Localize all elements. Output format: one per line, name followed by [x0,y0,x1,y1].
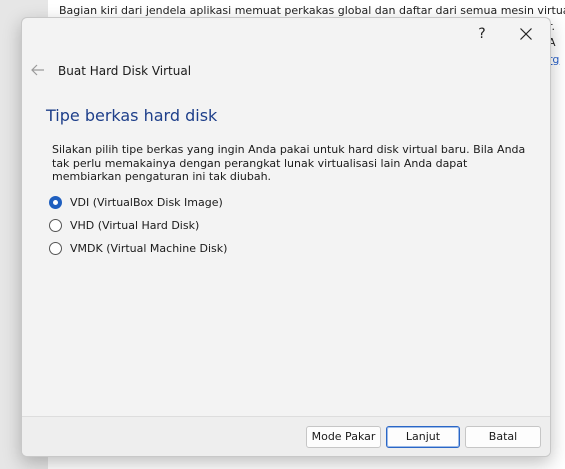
radio-label-vmdk: VMDK (Virtual Machine Disk) [70,241,228,255]
help-button[interactable]: ? [470,22,494,46]
radio-option-vhd[interactable]: VHD (Virtual Hard Disk) [49,216,289,234]
radio-option-vmdk[interactable]: VMDK (Virtual Machine Disk) [49,239,289,257]
radio-label-vdi: VDI (VirtualBox Disk Image) [70,195,223,209]
radio-button-vhd[interactable] [49,218,62,232]
dialog-titlebar: ? [22,18,550,48]
close-button[interactable] [512,21,540,47]
radio-button-vmdk[interactable] [49,241,62,255]
back-button[interactable] [28,60,48,80]
cancel-button[interactable]: Batal [465,426,541,448]
page-description: Silakan pilih tipe berkas yang ingin And… [52,143,526,183]
dialog-footer: Mode Pakar Lanjut Batal [22,416,550,456]
create-virtual-hard-disk-dialog: ? Buat Hard Disk Virtual Tipe berkas har… [21,17,551,457]
expert-mode-button[interactable]: Mode Pakar [306,426,381,448]
arrow-left-icon [31,64,44,76]
page-title: Tipe berkas hard disk [46,106,218,125]
next-button[interactable]: Lanjut [386,426,460,448]
radio-option-vdi[interactable]: VDI (VirtualBox Disk Image) [49,193,289,211]
radio-label-vhd: VHD (Virtual Hard Disk) [70,218,200,232]
dialog-title: Buat Hard Disk Virtual [58,64,192,78]
radio-button-vdi[interactable] [49,195,62,209]
close-icon [520,28,532,40]
dialog-header: Buat Hard Disk Virtual [22,56,550,86]
